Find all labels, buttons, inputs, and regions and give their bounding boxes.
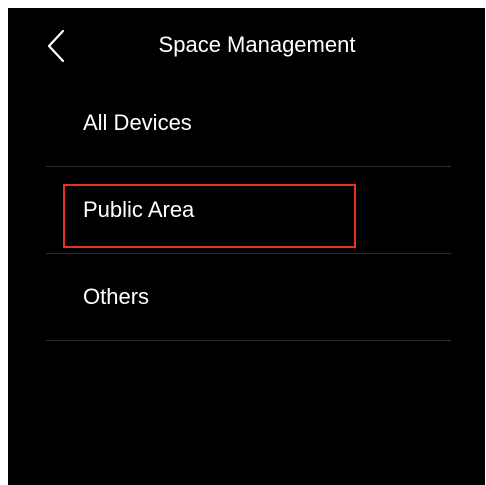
list-item-public-area[interactable]: Public Area xyxy=(46,167,451,254)
screen: Space Management All Devices Public Area… xyxy=(8,8,485,485)
list-item-all-devices[interactable]: All Devices xyxy=(46,80,451,167)
page-title: Space Management xyxy=(158,32,356,57)
list-item-others[interactable]: Others xyxy=(46,254,451,341)
list-item-label: Public Area xyxy=(83,197,195,222)
list-item-label: All Devices xyxy=(83,110,192,135)
space-list: All Devices Public Area Others xyxy=(46,80,451,341)
list-item-label: Others xyxy=(83,284,150,309)
header: Space Management xyxy=(8,8,485,82)
